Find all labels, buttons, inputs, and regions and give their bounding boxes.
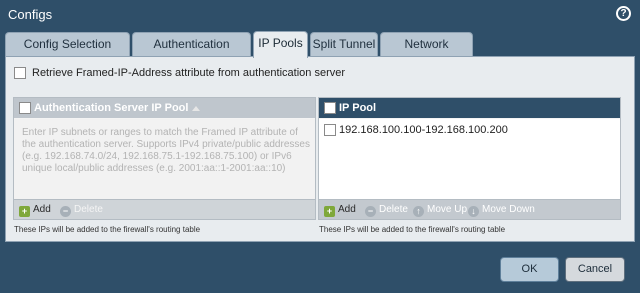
arrow-up-icon: ↑: [413, 206, 424, 217]
minus-icon: −: [60, 206, 71, 217]
auth-pool-delete-button[interactable]: − Delete: [60, 203, 103, 217]
ip-pool-move-down-label: Move Down: [482, 204, 535, 215]
ip-pool-add-label: Add: [338, 204, 356, 215]
ip-pool-header[interactable]: IP Pool: [319, 98, 620, 118]
auth-pool-grid-body[interactable]: Enter IP subnets or ranges to match the …: [14, 119, 315, 199]
retrieve-framed-ip-checkbox[interactable]: [14, 67, 26, 80]
auth-pool-header-label: Authentication Server IP Pool: [34, 102, 189, 114]
row-checkbox[interactable]: [324, 124, 336, 136]
auth-server-ip-pool-header[interactable]: Authentication Server IP Pool: [14, 98, 315, 118]
plus-icon: +: [19, 206, 30, 217]
help-icon[interactable]: ?: [616, 6, 631, 21]
ip-pool-move-up-button[interactable]: ↑ Move Up: [413, 203, 467, 217]
sort-ascending-icon[interactable]: [192, 105, 201, 111]
table-row[interactable]: 192.168.100.100-192.168.100.200: [319, 121, 620, 139]
ip-pools-panel: Retrieve Framed-IP-Address attribute fro…: [5, 56, 635, 242]
auth-pool-delete-label: Delete: [74, 204, 103, 215]
ip-pool-toolbar: + Add − Delete ↑ Move Up ↓ Move Down: [319, 199, 620, 219]
cancel-button[interactable]: Cancel: [565, 257, 625, 282]
ip-pool-add-button[interactable]: + Add: [324, 203, 356, 217]
tab-split-tunnel[interactable]: Split Tunnel: [310, 32, 378, 56]
ip-pool-delete-button[interactable]: − Delete: [365, 203, 408, 217]
tab-ip-pools[interactable]: IP Pools: [253, 31, 308, 58]
minus-icon: −: [365, 206, 376, 217]
ip-pool-delete-label: Delete: [379, 204, 408, 215]
ip-pool-move-down-button[interactable]: ↓ Move Down: [468, 203, 535, 217]
auth-pool-routing-note: These IPs will be added to the firewall'…: [14, 225, 201, 234]
arrow-down-icon: ↓: [468, 206, 479, 217]
auth-server-ip-pool-grid: Authentication Server IP Pool Enter IP s…: [13, 97, 316, 220]
tab-network-services[interactable]: Network Services: [380, 32, 473, 73]
ip-pool-move-up-label: Move Up: [427, 204, 468, 215]
dialog-titlebar: Configs ?: [0, 0, 640, 28]
ip-pool-grid-body: 192.168.100.100-192.168.100.200: [319, 119, 620, 199]
auth-pool-toolbar: + Add − Delete: [14, 199, 315, 219]
retrieve-framed-ip-option: Retrieve Framed-IP-Address attribute fro…: [14, 67, 346, 80]
ip-pool-header-label: IP Pool: [339, 102, 377, 114]
ip-pool-select-all-checkbox[interactable]: [324, 102, 336, 114]
auth-pool-select-all-checkbox[interactable]: [19, 102, 31, 114]
ip-pool-routing-note: These IPs will be added to the firewall'…: [319, 225, 506, 234]
auth-pool-placeholder: Enter IP subnets or ranges to match the …: [22, 127, 310, 174]
ok-button[interactable]: OK: [500, 257, 559, 282]
tab-config-selection-criteria[interactable]: Config Selection Criteria: [5, 32, 130, 73]
tab-authentication-override[interactable]: Authentication Override: [132, 32, 251, 73]
plus-icon: +: [324, 206, 335, 217]
auth-pool-add-label: Add: [33, 204, 51, 215]
ip-pool-range: 192.168.100.100-192.168.100.200: [339, 124, 508, 136]
dialog-title: Configs: [8, 7, 53, 22]
retrieve-framed-ip-label: Retrieve Framed-IP-Address attribute fro…: [32, 67, 346, 79]
auth-pool-add-button[interactable]: + Add: [19, 203, 51, 217]
ip-pool-grid: IP Pool 192.168.100.100-192.168.100.200 …: [318, 97, 621, 220]
